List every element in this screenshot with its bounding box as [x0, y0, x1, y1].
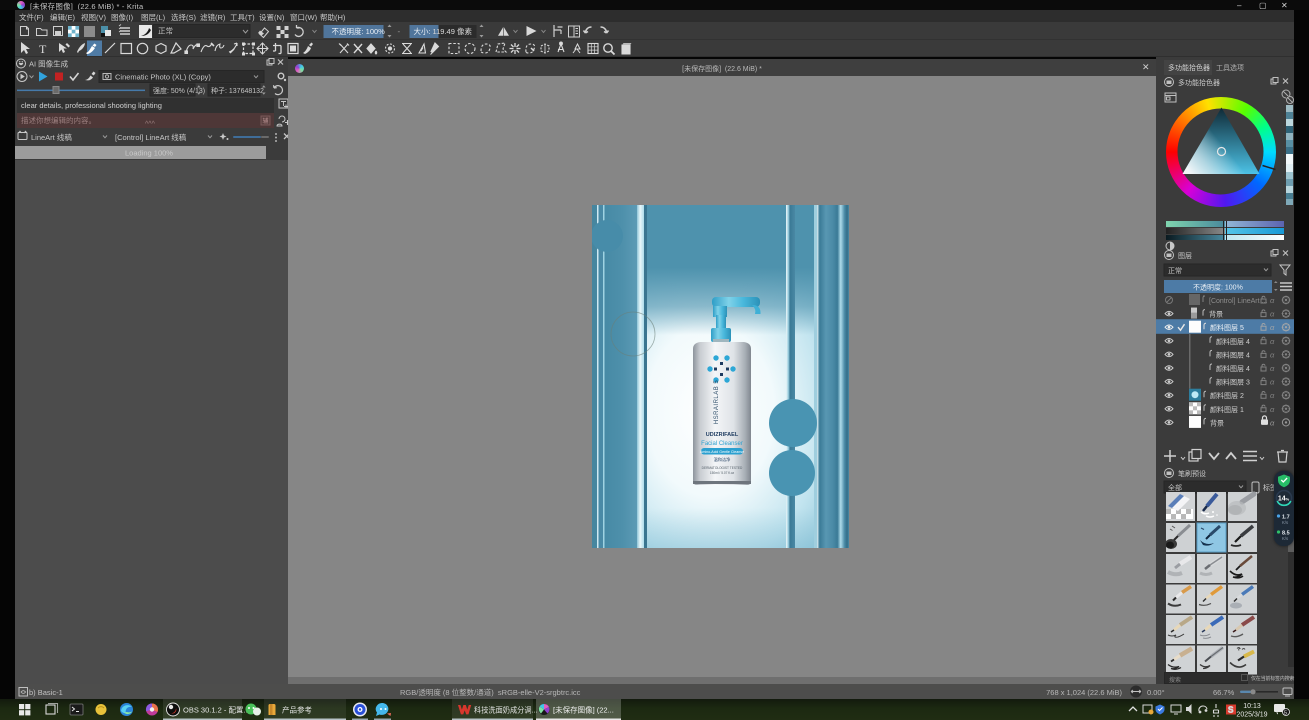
svg-text:正常: 正常 — [1168, 266, 1182, 275]
svg-text:大小:: 大小: — [414, 26, 431, 36]
svg-text:768 x 1,024 (22.6 MiB): 768 x 1,024 (22.6 MiB) — [1046, 688, 1122, 697]
svg-text:多功能拾色器: 多功能拾色器 — [1168, 63, 1210, 72]
svg-text:10:13: 10:13 — [1243, 703, 1261, 710]
svg-text:HSRAIRLAB 5: HSRAIRLAB 5 — [714, 380, 720, 425]
svg-text:描述你想编辑的内容。: 描述你想编辑的内容。 — [21, 115, 96, 125]
svg-text:AI 图像生成: AI 图像生成 — [29, 59, 69, 69]
svg-text:2025/3/19: 2025/3/19 — [1236, 712, 1267, 719]
svg-text:图层: 图层 — [1178, 252, 1192, 260]
svg-text:Facial Cleanser: Facial Cleanser — [701, 441, 743, 447]
svg-text:K/s: K/s — [1282, 520, 1288, 525]
svg-text:颜料图层 3: 颜料图层 3 — [1216, 378, 1250, 387]
svg-text:不透明度: 100%: 不透明度: 100% — [1193, 283, 1243, 292]
svg-text:b) Basic-1: b) Basic-1 — [29, 688, 63, 697]
svg-text:辅: 辅 — [263, 117, 269, 125]
svg-text:颜料图层 5: 颜料图层 5 — [1210, 323, 1244, 332]
svg-text:不透明度: 100%: 不透明度: 100% — [332, 26, 386, 36]
svg-text:0.00°: 0.00° — [1147, 688, 1165, 697]
svg-text:14%: 14% — [1278, 496, 1290, 503]
svg-text:LineArt 线稿: LineArt 线稿 — [31, 132, 72, 142]
svg-text:α: α — [1270, 296, 1275, 305]
svg-text:背景: 背景 — [1210, 418, 1224, 427]
svg-text:T: T — [39, 42, 47, 56]
svg-text:Loading 100%: Loading 100% — [125, 149, 173, 158]
svg-text:正常: 正常 — [158, 27, 173, 36]
svg-text:背景: 背景 — [1209, 310, 1223, 319]
svg-text:[未保存图像] (22...: [未保存图像] (22... — [553, 705, 614, 715]
svg-text:全部: 全部 — [1168, 483, 1182, 492]
svg-text:Cinematic Photo (XL) (Copy): Cinematic Photo (XL) (Copy) — [115, 73, 211, 82]
svg-text:工具选项: 工具选项 — [1216, 63, 1244, 72]
svg-text:α: α — [1270, 418, 1275, 427]
svg-text:Amino-Acid Gentle Cleanse: Amino-Acid Gentle Cleanse — [700, 450, 744, 454]
svg-text:颜料图层 4: 颜料图层 4 — [1216, 350, 1250, 359]
svg-text:66.7%: 66.7% — [1213, 688, 1235, 697]
svg-text:^^^: ^^^ — [145, 121, 156, 128]
svg-text:颜料图层 4: 颜料图层 4 — [1216, 337, 1250, 346]
svg-text:119.49 像素: 119.49 像素 — [433, 26, 473, 36]
svg-text:多功能拾色器: 多功能拾色器 — [1178, 78, 1220, 87]
svg-text:颜料图层 4: 颜料图层 4 — [1216, 364, 1250, 373]
svg-text:K/s: K/s — [1282, 536, 1288, 541]
svg-text:5: 5 — [1284, 711, 1287, 717]
svg-text:-: - — [398, 27, 401, 36]
svg-text:温和洁净: 温和洁净 — [714, 456, 731, 463]
svg-text:颜料图层 2: 颜料图层 2 — [1210, 391, 1244, 400]
svg-text:[Control] LineArt 线稿: [Control] LineArt 线稿 — [115, 132, 187, 142]
svg-text:科技洗面奶成分调...: 科技洗面奶成分调... — [474, 706, 538, 715]
svg-text:笔刷预设: 笔刷预设 — [1178, 469, 1206, 478]
svg-text:UDIZRIFAEL: UDIZRIFAEL — [706, 432, 739, 438]
svg-text:颜料图层 1: 颜料图层 1 — [1210, 405, 1244, 414]
svg-text:clear details, professional sh: clear details, professional shooting lig… — [21, 101, 162, 110]
svg-text:RGB/透明度 (8 位整数/通道) sRGB-elle-: RGB/透明度 (8 位整数/通道) sRGB-elle-V2-srgbtrc.… — [400, 687, 581, 697]
svg-text:种子: 137648132: 种子: 137648132 — [211, 86, 264, 95]
svg-text:150ml / 5.07 fl.oz: 150ml / 5.07 fl.oz — [710, 471, 735, 475]
svg-text:S: S — [1228, 706, 1233, 715]
svg-text:OBS 30.1.2 - 配置...: OBS 30.1.2 - 配置... — [183, 706, 250, 715]
svg-text:DERMATOLOGIST TESTED: DERMATOLOGIST TESTED — [702, 466, 743, 470]
svg-text:产品参考: 产品参考 — [282, 705, 312, 715]
